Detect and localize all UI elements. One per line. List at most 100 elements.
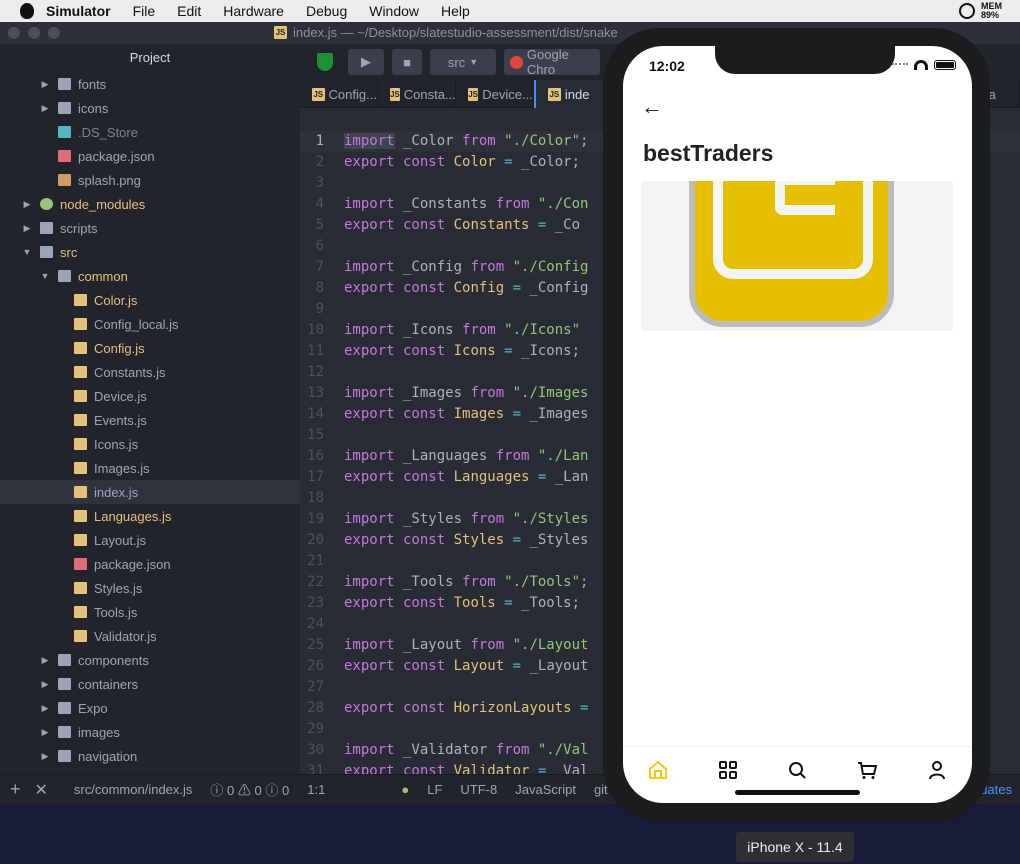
chevron-right-icon[interactable]: ▶ — [40, 703, 50, 714]
code-token: import — [344, 133, 395, 149]
tree-item[interactable]: ▶ node_modules — [0, 192, 300, 216]
tree-item[interactable]: index.js — [0, 480, 300, 504]
battery-icon — [934, 60, 956, 70]
status-encoding[interactable]: UTF-8 — [460, 782, 497, 797]
tree-item[interactable]: ▼ common — [0, 264, 300, 288]
code-text: import _Constants from "./Con — [340, 194, 588, 215]
status-cursor[interactable]: 1:1 — [307, 782, 325, 797]
zoom-window-button[interactable] — [48, 27, 60, 39]
status-grammar[interactable]: JavaScript — [515, 782, 576, 797]
tree-item[interactable]: ▶ navigation — [0, 744, 300, 768]
tree-item[interactable]: Config_local.js — [0, 312, 300, 336]
tree-item[interactable]: Events.js — [0, 408, 300, 432]
tree-item[interactable]: package.json — [0, 552, 300, 576]
shield-icon[interactable] — [310, 49, 340, 75]
tree-item[interactable]: package.json — [0, 144, 300, 168]
code-token: = — [529, 763, 547, 774]
back-button[interactable]: ← — [641, 94, 663, 120]
js-file-icon — [74, 582, 87, 594]
menu-window[interactable]: Window — [369, 3, 419, 19]
code-token: from — [462, 133, 496, 149]
tree-item[interactable]: Icons.js — [0, 432, 300, 456]
menu-hardware[interactable]: Hardware — [223, 3, 284, 19]
code-token: _Validator — [394, 742, 496, 758]
code-text: import _Color from "./Color"; — [340, 131, 588, 152]
tree-item[interactable]: ▶ components — [0, 648, 300, 672]
browser-target-button[interactable]: Google Chro — [504, 47, 600, 77]
close-icon[interactable]: ✕ — [35, 780, 48, 800]
chevron-right-icon[interactable]: ▶ — [40, 751, 50, 762]
status-file-path[interactable]: src/common/index.js — [74, 782, 192, 797]
status-eol[interactable]: LF — [427, 782, 442, 797]
stop-button[interactable]: ■ — [392, 49, 422, 75]
tree-item[interactable]: ▶ containers — [0, 672, 300, 696]
tab-index[interactable]: JS inde — [533, 80, 612, 108]
tree-item[interactable]: Languages.js — [0, 504, 300, 528]
grid-icon[interactable] — [717, 759, 739, 781]
banner-image[interactable] — [641, 181, 953, 331]
tree-item[interactable]: ▶ scripts — [0, 216, 300, 240]
tree-item[interactable]: Images.js — [0, 456, 300, 480]
menu-file[interactable]: File — [133, 3, 156, 19]
close-window-button[interactable] — [8, 27, 20, 39]
tree-item[interactable]: Constants.js — [0, 360, 300, 384]
code-token: "./Con — [529, 196, 589, 212]
chevron-down-icon[interactable]: ▼ — [22, 247, 32, 257]
project-tree-header: Project — [129, 50, 171, 65]
line-number: 29 — [307, 721, 324, 737]
tab-device[interactable]: JS Device... — [456, 80, 534, 108]
menu-debug[interactable]: Debug — [306, 3, 347, 19]
tree-item-label: index.js — [94, 484, 139, 500]
tree-item[interactable]: ▶ Expo — [0, 696, 300, 720]
tree-item[interactable]: .DS_Store — [0, 120, 300, 144]
code-token: _Layout — [521, 658, 589, 674]
chevron-right-icon[interactable]: ▶ — [40, 727, 50, 738]
memory-status[interactable]: MEM 89% — [959, 2, 1002, 20]
tree-item[interactable]: Layout.js — [0, 528, 300, 552]
apple-icon[interactable] — [20, 3, 34, 19]
chevron-down-icon[interactable]: ▼ — [40, 271, 50, 281]
code-token: from — [470, 385, 505, 401]
menu-help[interactable]: Help — [441, 3, 470, 19]
tab-config[interactable]: JS Config... — [300, 80, 378, 108]
home-indicator[interactable] — [735, 790, 860, 795]
chevron-right-icon[interactable]: ▶ — [22, 223, 32, 234]
chevron-right-icon[interactable]: ▶ — [40, 655, 50, 666]
search-icon[interactable] — [786, 759, 808, 781]
line-number: 19 — [307, 511, 324, 527]
src-dropdown[interactable]: src ▼ — [430, 49, 496, 75]
chevron-right-icon[interactable]: ▶ — [22, 199, 32, 210]
code-token: _Tools — [394, 574, 463, 590]
add-icon[interactable]: + — [10, 779, 21, 800]
code-token: _Constants — [394, 196, 496, 212]
user-icon[interactable] — [926, 759, 948, 781]
window-title: JS index.js — ~/Desktop/slatestudio-asse… — [274, 25, 618, 40]
tree-item[interactable]: Color.js — [0, 288, 300, 312]
tree-item[interactable]: ▶ images — [0, 720, 300, 744]
minimize-window-button[interactable] — [28, 27, 40, 39]
chevron-right-icon[interactable]: ▶ — [40, 79, 50, 90]
status-diagnostics[interactable]: ⓘ 0 ⚠ 0 ⓘ 0 — [210, 780, 289, 799]
home-icon[interactable] — [647, 759, 669, 781]
tree-item[interactable]: splash.png — [0, 168, 300, 192]
tree-item[interactable]: Config.js — [0, 336, 300, 360]
run-button[interactable]: ▶ — [348, 49, 384, 75]
chevron-right-icon[interactable]: ▶ — [40, 103, 50, 114]
tree-item[interactable]: Device.js — [0, 384, 300, 408]
tab-constants[interactable]: JS Consta... — [378, 80, 456, 108]
phone-notch — [715, 46, 895, 74]
tree-item[interactable]: ▼ src — [0, 240, 300, 264]
tree-item[interactable]: ▶ fonts — [0, 72, 300, 96]
code-token: import — [344, 322, 395, 338]
menu-app-name[interactable]: Simulator — [46, 3, 111, 19]
tree-item-label: Color.js — [94, 292, 138, 308]
tree-item[interactable]: Tools.js — [0, 600, 300, 624]
tree-item[interactable]: Styles.js — [0, 576, 300, 600]
cart-icon[interactable] — [856, 759, 878, 781]
code-text: import _Layout from "./Layout — [340, 635, 588, 656]
chevron-right-icon[interactable]: ▶ — [40, 679, 50, 690]
tree-item[interactable]: Validator.js — [0, 624, 300, 648]
menu-edit[interactable]: Edit — [177, 3, 201, 19]
tree-item[interactable]: ▶ icons — [0, 96, 300, 120]
